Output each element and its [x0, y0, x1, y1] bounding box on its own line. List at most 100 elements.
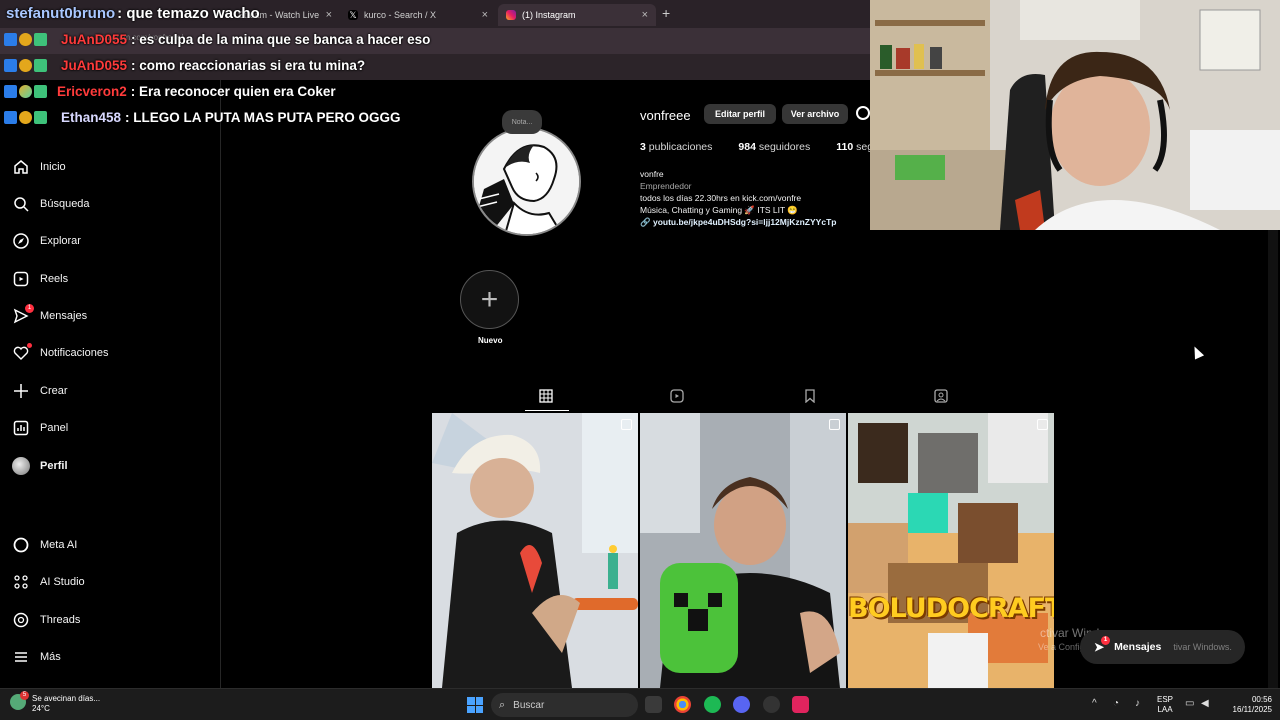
sidebar-item-mas[interactable]: Más	[12, 648, 61, 666]
profile-stats: 3 publicaciones 984 seguidores 110 seg	[640, 141, 873, 153]
weather-icon: 5	[10, 691, 29, 710]
windows-start-icon[interactable]	[467, 697, 483, 713]
profile-link-text: youtu.be/jkpe4uDHSdg?si=ljj12MjKznZYYcTp	[652, 217, 837, 227]
multi-post-icon	[621, 419, 632, 430]
tab-x[interactable]: 𝕏 kurco - Search / X ×	[340, 4, 496, 26]
close-icon[interactable]: ×	[482, 9, 488, 21]
active-tab-indicator	[525, 410, 569, 411]
tab-tagged[interactable]	[934, 389, 948, 406]
heart-icon	[12, 343, 32, 362]
sidebar-item-notificaciones[interactable]: Notificaciones	[12, 343, 109, 362]
sidebar-item-crear[interactable]: Crear	[12, 382, 68, 400]
post-thumbnail[interactable]: BOLUDOCRAFT	[848, 413, 1054, 688]
chat-badges	[4, 85, 47, 98]
sidebar-item-mensajes[interactable]: 1 Mensajes	[12, 304, 88, 325]
tab-posts[interactable]	[539, 389, 553, 406]
chat-badges	[4, 111, 47, 124]
scrollbar[interactable]	[1268, 230, 1278, 688]
home-icon	[12, 158, 30, 176]
sidebar-item-perfil[interactable]: Perfil	[12, 457, 68, 475]
floating-messages-button[interactable]: ➤ 1 Mensajes tivar Windows.	[1080, 630, 1245, 664]
spotify-icon[interactable]	[704, 696, 721, 713]
gear-icon[interactable]	[856, 106, 870, 120]
chat-message: Ericveron2 : Era reconocer quien era Cok…	[4, 84, 336, 99]
new-tab-button[interactable]: +	[662, 5, 670, 21]
instagram-icon	[506, 10, 516, 20]
messenger-icon: ➤ 1	[1094, 636, 1111, 654]
view-archive-button[interactable]: Ver archivo	[782, 104, 848, 124]
taskbar-search[interactable]: ⌕ Buscar	[491, 693, 638, 717]
sidebar-item-ai-studio[interactable]: AI Studio	[12, 573, 85, 591]
plus-icon: +	[480, 282, 499, 316]
webcam-feed	[870, 0, 1280, 230]
chat-text: : Era reconocer quien era Coker	[130, 84, 336, 99]
tab-saved[interactable]	[803, 389, 817, 406]
weather-widget[interactable]: 5 Se avecinan días... 24°C	[10, 691, 100, 714]
chat-username: JuAnD055	[61, 58, 128, 73]
clock[interactable]: 00:56 16/11/2025	[1222, 695, 1272, 715]
posts-stat: 3 publicaciones	[640, 141, 713, 153]
task-view-icon[interactable]	[645, 696, 662, 713]
meta-ai-icon	[12, 536, 30, 554]
windows-taskbar: 5 Se avecinan días... 24°C ⌕ Buscar ^ ◔ …	[0, 688, 1280, 720]
bio-line: todos los días 22.30hrs en kick.com/vonf…	[640, 193, 802, 203]
sidebar-item-panel[interactable]: Panel	[12, 419, 68, 437]
chevron-up-icon[interactable]: ^	[1092, 698, 1097, 709]
weather-badge: 5	[20, 691, 29, 700]
close-icon[interactable]: ×	[326, 9, 332, 21]
post-thumbnail[interactable]	[432, 413, 638, 688]
search-icon	[12, 195, 30, 213]
chat-username: stefanut0bruno	[6, 5, 116, 22]
link-icon: 🔗	[640, 217, 651, 227]
messenger-icon: 1	[12, 304, 34, 325]
close-icon[interactable]: ×	[642, 9, 648, 21]
search-icon: ⌕	[499, 698, 506, 711]
profile-link[interactable]: 🔗 youtu.be/jkpe4uDHSdg?si=ljj12MjKznZYYc…	[640, 216, 836, 228]
sidebar-item-explorar[interactable]: Explorar	[12, 232, 81, 250]
chrome-icon[interactable]	[674, 696, 691, 713]
chat-username: JuAnD055	[61, 32, 128, 47]
profile-picture[interactable]	[472, 127, 581, 236]
chat-message: JuAnD055 : como reaccionarias si era tu …	[4, 58, 365, 73]
tab-instagram[interactable]: (1) Instagram ×	[498, 4, 656, 26]
reels-icon	[670, 389, 684, 403]
obs-icon[interactable]	[763, 696, 780, 713]
display-icon[interactable]: ▭	[1185, 698, 1194, 709]
sidebar-item-meta-ai[interactable]: Meta AI	[12, 536, 77, 554]
new-highlight-button[interactable]: +	[460, 270, 519, 329]
notification-badge: 1	[25, 304, 34, 313]
messages-label: Mensajes	[1114, 641, 1162, 653]
tab-label: kurco - Search / X	[364, 10, 437, 20]
language-indicator[interactable]: ESP LAA	[1157, 695, 1173, 715]
sidebar-item-reels[interactable]: Reels	[12, 270, 68, 288]
following-stat[interactable]: 110 seg	[836, 141, 873, 153]
menu-icon	[12, 648, 30, 666]
windows-watermark-sub2: tivar Windows.	[1173, 642, 1232, 652]
chat-text: : como reaccionarias si era tu mina?	[131, 58, 366, 73]
discord-icon[interactable]	[733, 696, 750, 713]
sidebar-item-label: Búsqueda	[40, 198, 90, 210]
tab-label: (1) Instagram	[522, 10, 576, 20]
compass-icon	[12, 232, 30, 250]
sidebar-item-busqueda[interactable]: Búsqueda	[12, 195, 90, 213]
sidebar-item-threads[interactable]: Threads	[12, 611, 80, 629]
chat-message: Ethan458 : LLEGO LA PUTA MAS PUTA PERO O…	[4, 110, 401, 125]
chat-username: Ericveron2	[57, 84, 127, 99]
sidebar-item-label: Notificaciones	[40, 347, 109, 359]
volume-icon[interactable]: ◀	[1201, 698, 1209, 709]
grid-icon	[539, 389, 553, 403]
post-thumbnail[interactable]	[640, 413, 846, 688]
sidebar-item-inicio[interactable]: Inicio	[12, 158, 66, 176]
multi-post-icon	[1037, 419, 1048, 430]
chat-badges	[4, 33, 47, 46]
note-bubble[interactable]: Nota...	[502, 110, 542, 134]
tab-reels[interactable]	[670, 389, 684, 406]
app-icon[interactable]	[792, 696, 809, 713]
multi-post-icon	[829, 419, 840, 430]
network-icon[interactable]: ◔	[1113, 698, 1119, 709]
sidebar-item-label: Mensajes	[40, 310, 88, 322]
edit-profile-button[interactable]: Editar perfil	[704, 104, 776, 124]
microphone-icon[interactable]: ♪	[1135, 698, 1140, 709]
followers-stat[interactable]: 984 seguidores	[738, 141, 810, 153]
notification-dot	[27, 343, 32, 348]
